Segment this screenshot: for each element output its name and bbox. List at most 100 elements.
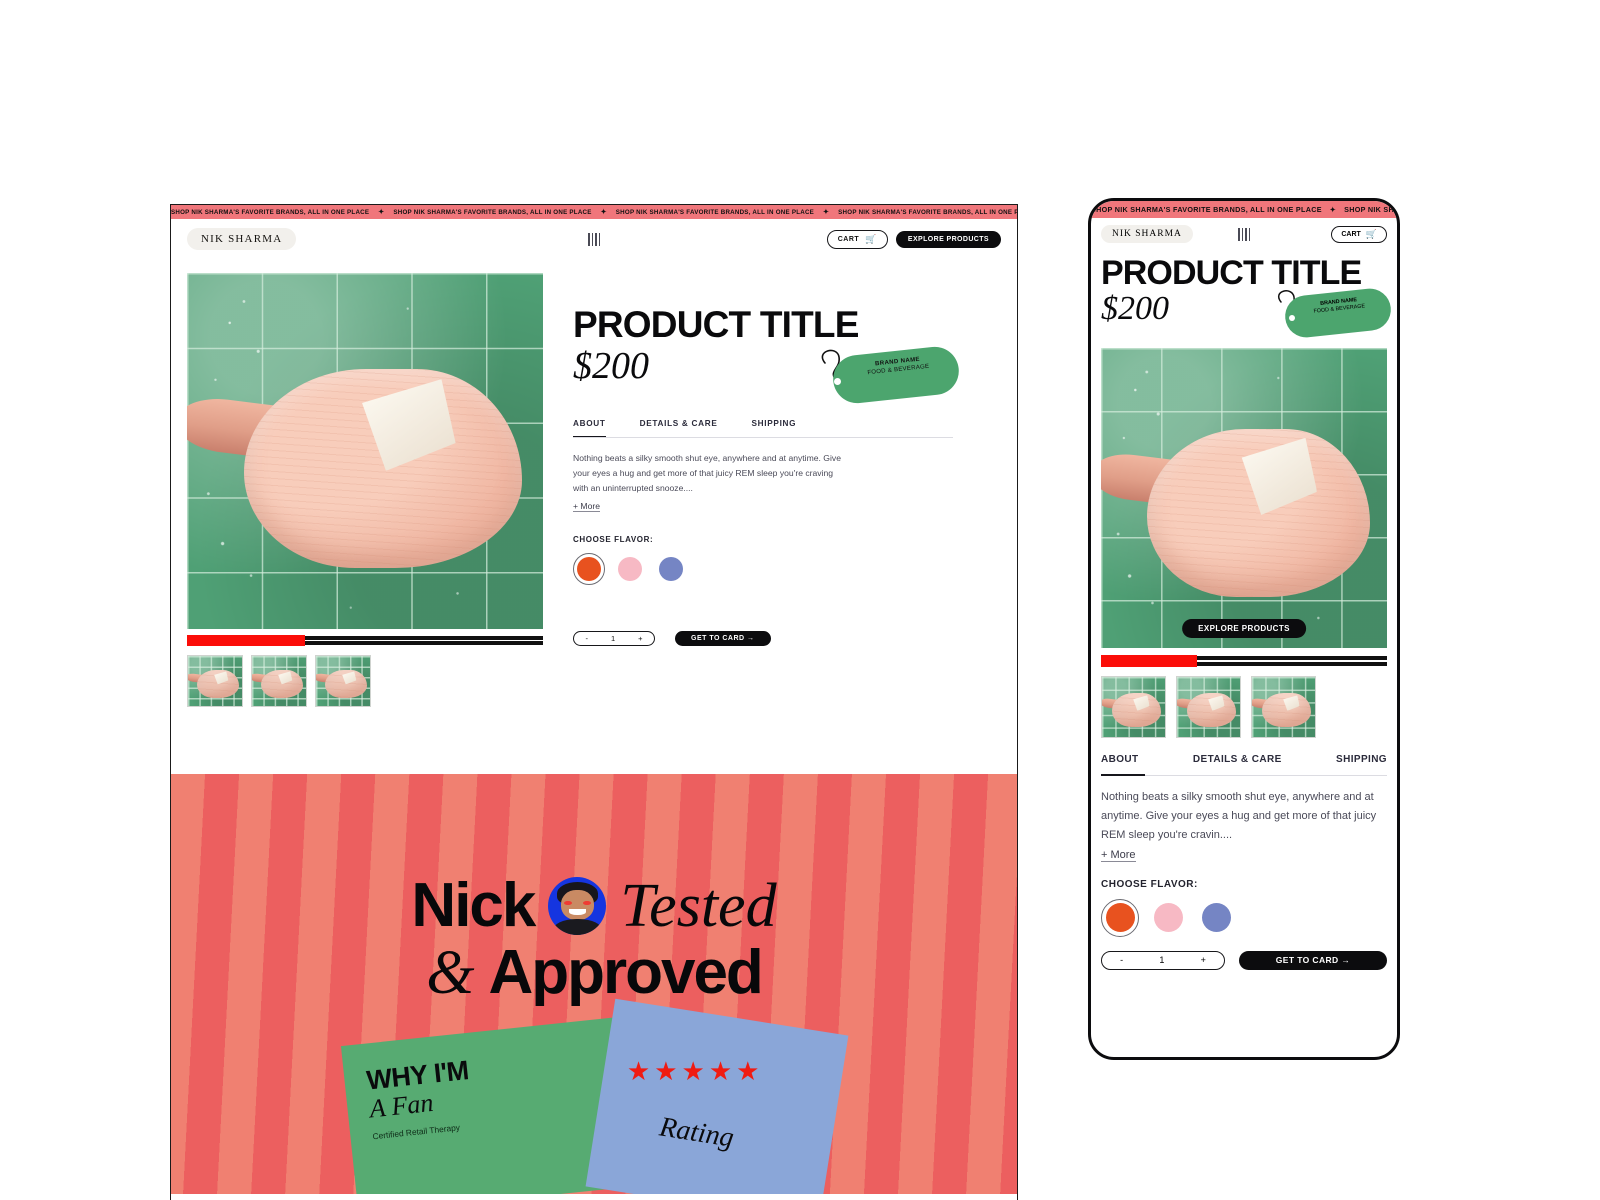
mobile-ticker-text-1: SHOP NIK SHARMA'S FAVORITE BRANDS, ALL I… [1344, 205, 1397, 214]
mobile-flavor-option-pink[interactable] [1149, 899, 1187, 937]
mobile-swatch-orange [1105, 903, 1135, 933]
tab-shipping[interactable]: SHIPPING [752, 419, 797, 437]
mobile-tab-details-care[interactable]: DETAILS & CARE [1193, 754, 1282, 775]
header-actions: CART 🛒 EXPLORE PRODUCTS [826, 229, 1001, 249]
add-to-cart-button[interactable]: GET TO CARD → [675, 631, 771, 647]
mobile-cart-button[interactable]: CART 🛒 [1331, 225, 1387, 243]
mobile-brand-hangtag: BRAND NAME FOOD & BEVERAGE [1271, 286, 1393, 340]
mobile-announcement-ticker: SHOP NIK SHARMA'S FAVORITE BRANDS, ALL I… [1091, 201, 1397, 218]
menu-bars-icon[interactable] [588, 232, 600, 246]
progress-fill [187, 635, 305, 646]
flavor-option-pink[interactable] [614, 553, 646, 585]
flavor-swatches [573, 553, 953, 586]
swatch-orange [577, 557, 601, 582]
ticker-text-2: SHOP NIK SHARMA'S FAVORITE BRANDS, ALL I… [615, 208, 815, 216]
active-tab-underline [573, 435, 606, 438]
brand-hangtag: BRAND NAME FOOD & BEVERAGE [813, 344, 962, 405]
swatch-pink [618, 557, 642, 582]
progress-track-dashed [305, 635, 543, 646]
mobile-purchase-row: - 1 + GET TO CARD → [1101, 950, 1387, 970]
ticker-text-0: SHOP NIK SHARMA'S FAVORITE BRANDS, ALL I… [171, 208, 370, 216]
product-detail-body: PRODUCT TITLE $200 BRAND NAME FOOD & BEV… [171, 259, 1017, 707]
quantity-increment[interactable]: + [638, 634, 642, 643]
mobile-tab-shipping[interactable]: SHIPPING [1336, 754, 1387, 775]
hangtag-hole [834, 377, 841, 385]
mobile-product-tabs: ABOUT DETAILS & CARE SHIPPING [1101, 754, 1387, 775]
gallery-progress-bar[interactable] [187, 635, 543, 646]
mobile-brand-logo[interactable]: NIK SHARMA [1101, 225, 1193, 243]
mobile-flavor-option-orange[interactable] [1101, 898, 1139, 937]
cart-button[interactable]: CART 🛒 [826, 229, 888, 249]
thumbnail-strip [187, 655, 543, 707]
headline-tested: Tested [620, 872, 777, 940]
mobile-product-hero-image[interactable]: EXPLORE PRODUCTS [1101, 348, 1387, 648]
headline-approved: Approved [488, 937, 763, 1007]
flavor-label: CHOOSE FLAVOR: [573, 535, 654, 545]
mobile-ticker-text-0: SHOP NIK SHARMA'S FAVORITE BRANDS, ALL I… [1091, 205, 1322, 214]
mobile-thumbnail-strip [1101, 676, 1387, 738]
mobile-mockup: SHOP NIK SHARMA'S FAVORITE BRANDS, ALL I… [1088, 198, 1400, 1060]
mobile-header: NIK SHARMA CART 🛒 [1091, 218, 1397, 250]
mobile-gallery-progress-bar[interactable] [1101, 655, 1387, 667]
rating-stars-icon: ★★★★★ [626, 1056, 764, 1087]
gallery-column [187, 273, 543, 707]
product-info-column: PRODUCT TITLE $200 BRAND NAME FOOD & BEV… [573, 273, 962, 707]
ticker-text-3: SHOP NIK SHARMA'S FAVORITE BRANDS, ALL I… [838, 208, 1017, 216]
nick-sharma-avatar [548, 877, 607, 936]
headline-nick: Nick [411, 871, 536, 940]
price-and-tag-row: $200 BRAND NAME FOOD & BEVERAGE [573, 343, 962, 409]
mobile-swatch-blue [1201, 903, 1231, 933]
mobile-product-title: PRODUCT TITLE [1101, 254, 1362, 292]
mobile-quantity-decrement[interactable]: - [1120, 955, 1123, 965]
desktop-mockup: SHOP NIK SHARMA'S FAVORITE BRANDS, ALL I… [170, 204, 1018, 1200]
mobile-tab-about[interactable]: ABOUT [1101, 754, 1139, 775]
mobile-show-more-link[interactable]: + More [1101, 849, 1136, 862]
mobile-tabs-divider [1101, 774, 1387, 776]
ticker-diamond-icon: ✦ [378, 209, 385, 216]
product-tabs: ABOUT DETAILS & CARE SHIPPING [573, 419, 953, 437]
explore-products-button[interactable]: EXPLORE PRODUCTS [895, 230, 1001, 248]
mobile-product-description: Nothing beats a silky smooth shut eye, a… [1101, 791, 1377, 841]
tab-details-care[interactable]: DETAILS & CARE [640, 419, 718, 437]
mobile-flavor-swatches [1101, 898, 1387, 937]
product-hero-image[interactable] [187, 273, 543, 629]
mobile-thumbnail-2[interactable] [1176, 676, 1241, 738]
ticker-text-1: SHOP NIK SHARMA'S FAVORITE BRANDS, ALL I… [393, 208, 592, 216]
brand-logo[interactable]: NIK SHARMA [187, 228, 297, 250]
purchase-row: - 1 + GET TO CARD → [573, 631, 953, 647]
mobile-price-row: $200 BRAND NAME FOOD & BEVERAGE [1091, 286, 1397, 342]
show-more-link[interactable]: + More [573, 501, 600, 513]
mobile-flavor-label: CHOOSE FLAVOR: [1101, 878, 1198, 890]
mobile-thumbnail-3[interactable] [1251, 676, 1316, 738]
product-description: Nothing beats a silky smooth shut eye, a… [573, 452, 841, 494]
thumbnail-2[interactable] [251, 655, 307, 707]
mobile-menu-bars-icon[interactable] [1238, 227, 1250, 241]
shopping-cart-icon: 🛒 [1365, 228, 1377, 239]
mobile-thumbnail-1[interactable] [1101, 676, 1166, 738]
mobile-quantity-stepper[interactable]: - 1 + [1101, 950, 1225, 970]
thumbnail-3[interactable] [315, 655, 371, 707]
mobile-explore-products-button[interactable]: EXPLORE PRODUCTS [1182, 619, 1306, 638]
headline-row-1: Nick Tested [171, 871, 1017, 940]
mobile-add-to-cart-button[interactable]: GET TO CARD → [1239, 950, 1387, 970]
ticker-diamond-icon: ✦ [1329, 205, 1337, 214]
mobile-active-tab-underline [1101, 774, 1145, 776]
tabs-divider [573, 435, 953, 438]
flavor-option-blue[interactable] [655, 553, 687, 585]
quantity-decrement[interactable]: - [585, 634, 588, 643]
swatch-blue [659, 557, 683, 582]
quantity-value: 1 [610, 634, 616, 644]
mobile-cart-label: CART [1341, 230, 1361, 238]
headline-row-2: & Approved [171, 937, 1017, 1007]
endorsement-headline: Nick Tested & Approved [171, 774, 1017, 1004]
tab-about[interactable]: ABOUT [573, 419, 606, 437]
mobile-progress-fill [1101, 655, 1197, 667]
cart-label: CART [837, 235, 860, 243]
flavor-option-orange[interactable] [573, 553, 605, 586]
quantity-stepper[interactable]: - 1 + [573, 631, 655, 647]
site-header: NIK SHARMA CART 🛒 EXPLORE PRODUCTS [171, 219, 1017, 259]
thumbnail-1[interactable] [187, 655, 243, 707]
mobile-flavor-option-blue[interactable] [1197, 899, 1235, 937]
mobile-quantity-increment[interactable]: + [1201, 955, 1206, 965]
rating-card: ★★★★★ Rating [585, 998, 849, 1194]
